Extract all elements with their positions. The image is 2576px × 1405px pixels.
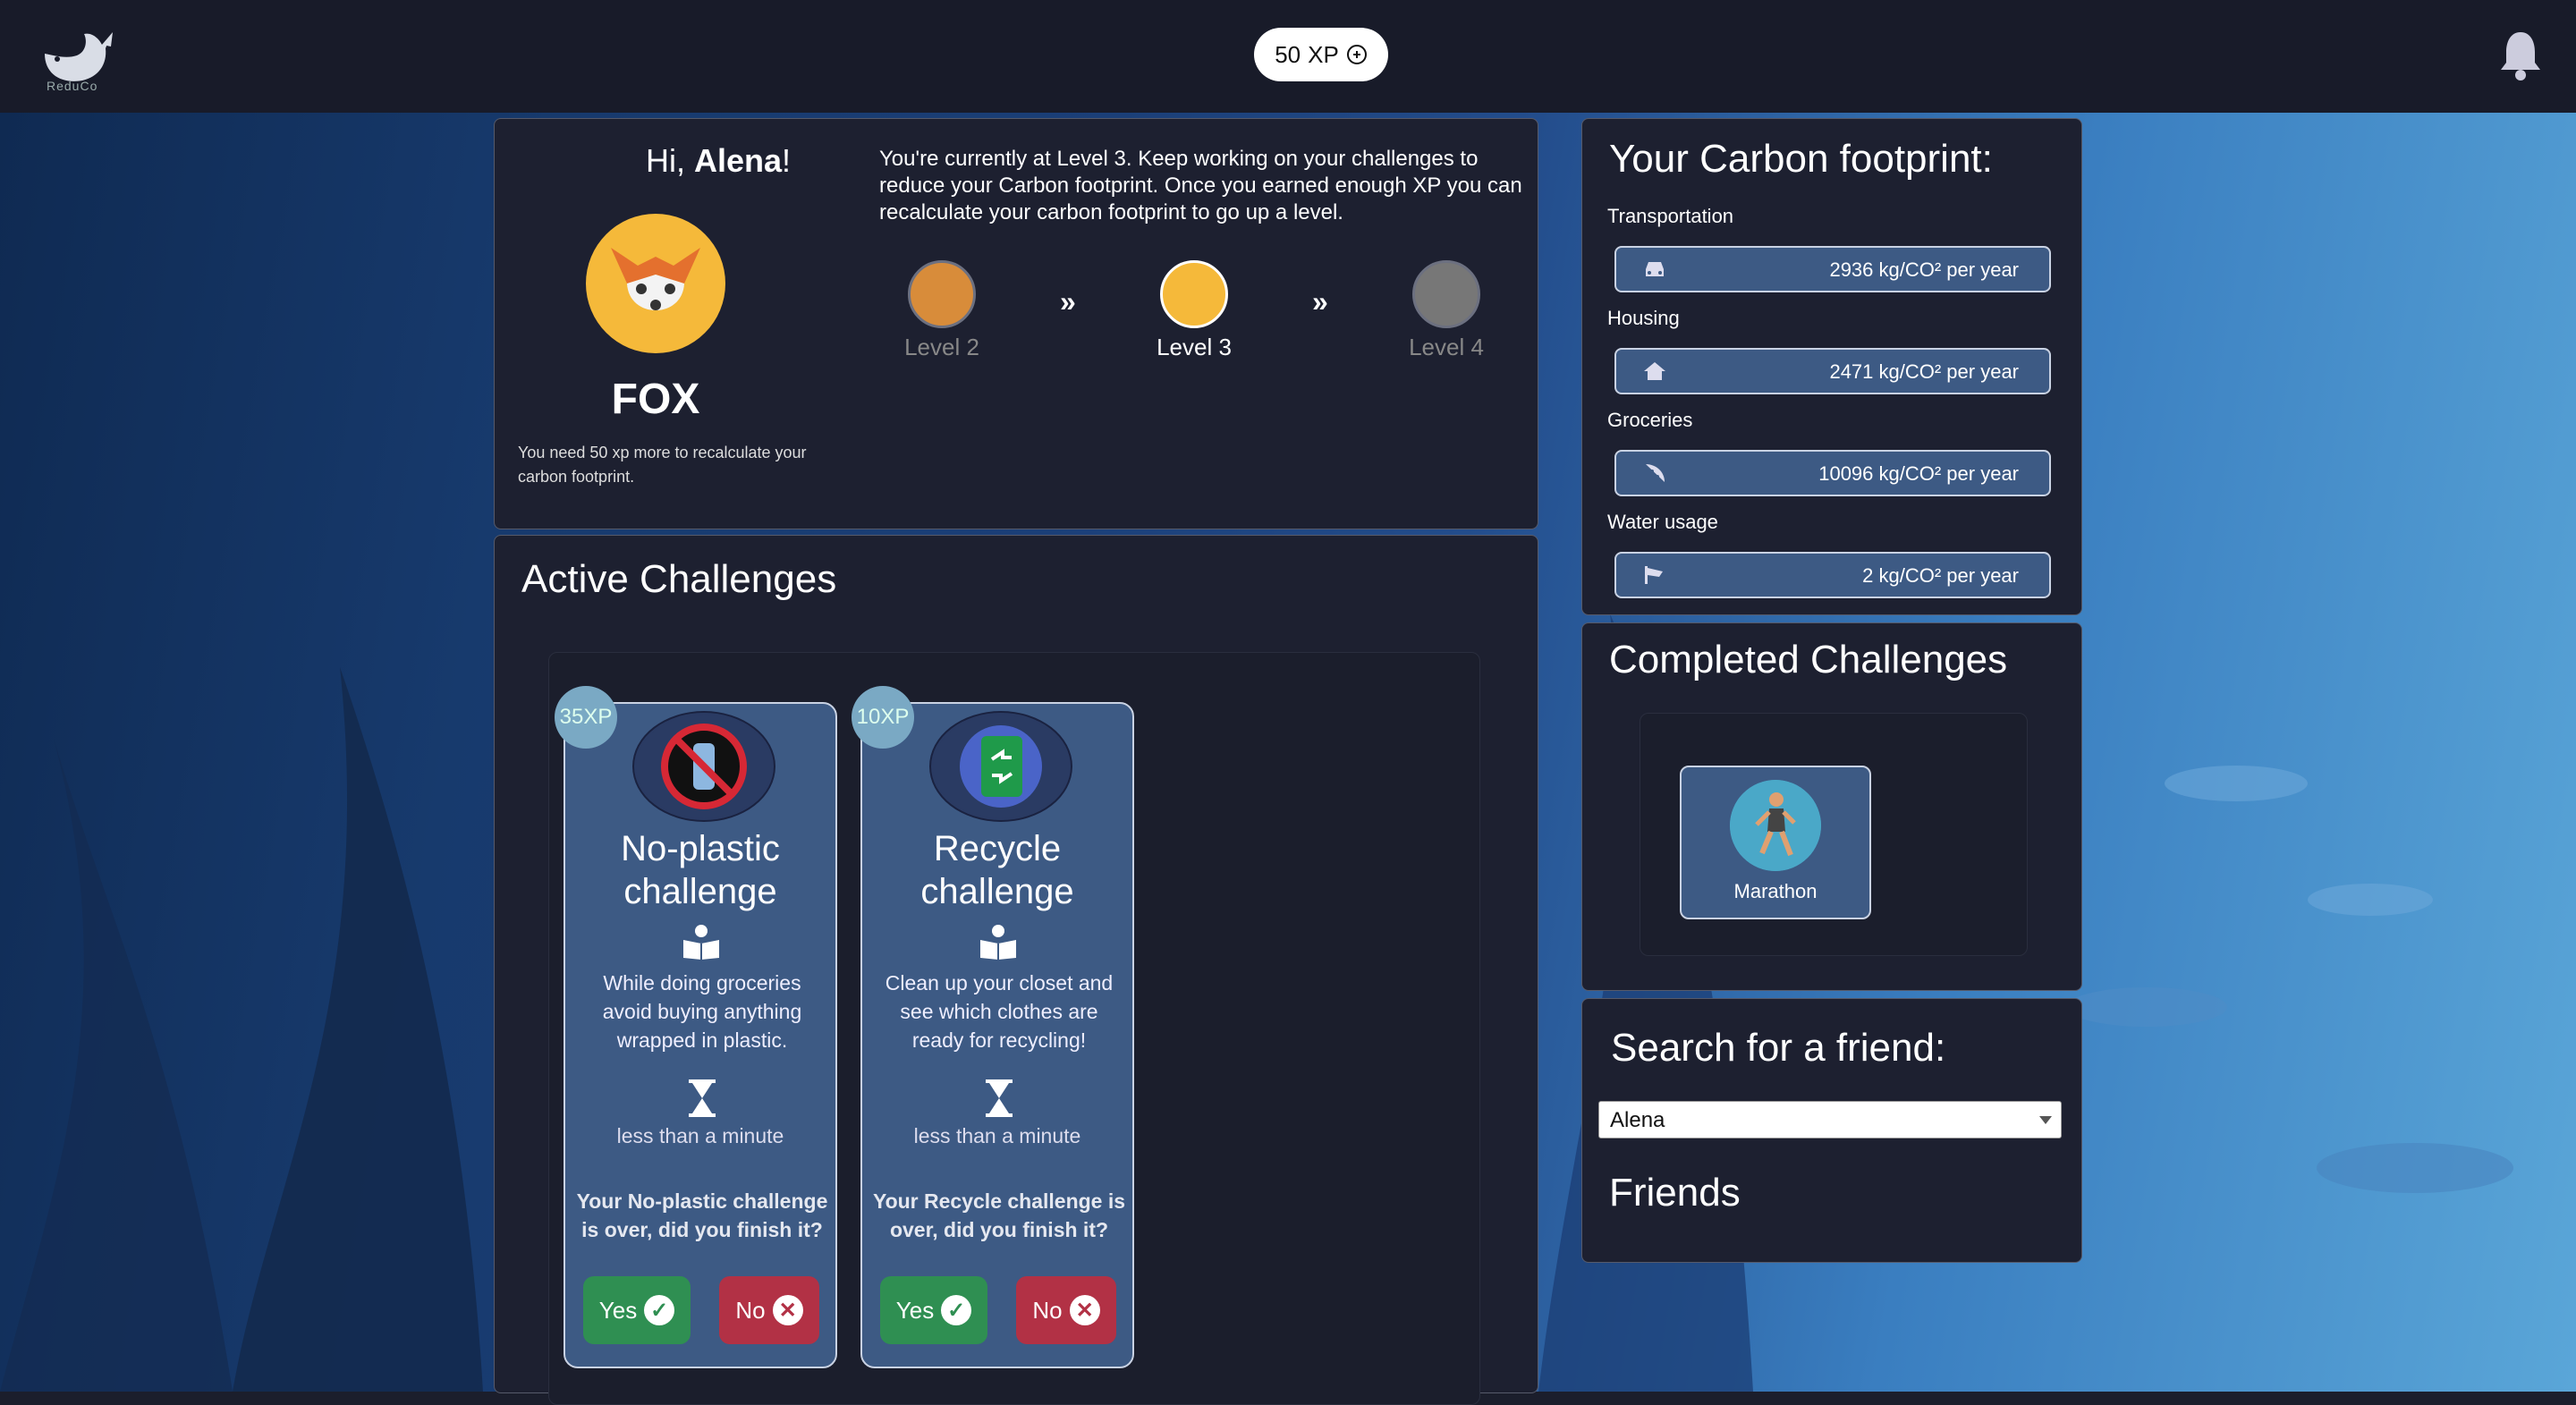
animal-name: FOX (611, 376, 700, 423)
footprint-label-housing: Housing (1607, 307, 1680, 329)
greeting: Hi, Alena! (584, 142, 852, 180)
level-4: Level 4 (1384, 260, 1509, 361)
chevron-down-icon (2039, 1116, 2052, 1124)
fox-avatar-icon (586, 214, 725, 353)
completed-title: Completed Challenges (1609, 638, 2008, 681)
top-bar: ReduCo 50 XP (0, 0, 2576, 113)
check-icon: ✓ (644, 1295, 675, 1325)
runner-icon (1730, 780, 1821, 871)
level-arrow-2: » (1312, 285, 1328, 317)
footprint-bar-water[interactable]: 2 kg/CO² per year (1614, 552, 2051, 598)
gorilla-icon (1412, 260, 1480, 328)
no-button[interactable]: No ✕ (1016, 1276, 1116, 1344)
user-name: Alena (693, 142, 783, 179)
fox-icon (1160, 260, 1228, 328)
house-icon (1644, 362, 1665, 380)
challenge-title: No-plastic challenge (621, 829, 780, 911)
search-title: Search for a friend: (1611, 1026, 1946, 1070)
xp-balance[interactable]: 50 XP (1254, 28, 1388, 81)
lion-icon (908, 260, 976, 328)
level-3-label: Level 3 (1157, 334, 1232, 360)
challenge-question: Your Recycle challenge is over, did you … (872, 1189, 1126, 1241)
pizza-icon (1646, 464, 1665, 482)
xp-needed-text: You need 50 xp more to recalculate your … (518, 444, 807, 486)
footprint-value: 10096 kg/CO² per year (1818, 462, 2019, 485)
faucet-icon (1645, 566, 1663, 584)
level-2-label: Level 2 (904, 334, 979, 360)
greeting-suffix: ! (782, 142, 792, 179)
challenge-question: Your No-plastic challenge is over, did y… (576, 1189, 828, 1241)
level-arrow-1: » (1060, 285, 1076, 317)
recycle-icon (929, 711, 1072, 822)
yes-label: Yes (598, 1296, 638, 1324)
friend-select[interactable]: Alena (1598, 1101, 2062, 1138)
no-label: No (1032, 1296, 1063, 1324)
challenge-duration: less than a minute (616, 1124, 784, 1147)
book-icon (980, 925, 1016, 960)
carbon-footprint-panel: Your Carbon footprint: Transportation 29… (1581, 118, 2082, 615)
active-challenges-title: Active Challenges (521, 557, 837, 601)
xp-value: 50 (1275, 40, 1301, 68)
xp-badge: 10XP (852, 686, 914, 749)
profile-panel: Hi, Alena! FOX You need 50 xp more to re… (494, 118, 1538, 529)
footprint-bar-transportation[interactable]: 2936 kg/CO² per year (1614, 246, 2051, 292)
greeting-prefix: Hi, (645, 142, 694, 179)
no-label: No (735, 1296, 766, 1324)
footprint-label-water: Water usage (1607, 511, 1718, 533)
completed-item-marathon[interactable]: Marathon (1680, 766, 1871, 919)
hourglass-icon (689, 1079, 716, 1117)
yes-button[interactable]: Yes ✓ (583, 1276, 691, 1344)
yes-button[interactable]: Yes ✓ (880, 1276, 987, 1344)
challenge-card-no-plastic[interactable]: 35XP No-plastic challenge While doing gr… (555, 686, 837, 1368)
footprint-value: 2936 kg/CO² per year (1829, 258, 2019, 281)
level-2: Level 2 (879, 260, 1004, 361)
footprint-bar-housing[interactable]: 2471 kg/CO² per year (1614, 348, 2051, 394)
yes-label: Yes (895, 1296, 935, 1324)
footprint-title: Your Carbon footprint: (1609, 137, 1993, 181)
xp-badge: 35XP (555, 686, 617, 749)
level-3: Level 3 (1131, 260, 1257, 361)
footprint-value: 2471 kg/CO² per year (1829, 360, 2019, 383)
footprint-label-transportation: Transportation (1607, 205, 1734, 227)
no-plastic-icon (632, 711, 775, 822)
car-icon (1646, 262, 1664, 276)
completed-item-name: Marathon (1733, 880, 1818, 902)
challenge-description: While doing groceries avoid buying anyth… (602, 971, 802, 1052)
challenge-duration: less than a minute (913, 1124, 1081, 1147)
level-4-label: Level 4 (1409, 334, 1484, 360)
hourglass-icon (986, 1079, 1013, 1117)
xp-unit: XP (1308, 40, 1339, 68)
logo-text: ReduCo (47, 79, 98, 93)
challenge-title: Recycle challenge (920, 829, 1074, 911)
challenge-description: Clean up your closet and see which cloth… (885, 971, 1114, 1052)
bell-icon[interactable] (2496, 27, 2546, 84)
coin-icon (1346, 45, 1367, 64)
check-icon: ✓ (941, 1295, 972, 1325)
footprint-bar-groceries[interactable]: 10096 kg/CO² per year (1614, 450, 2051, 496)
footprint-label-groceries: Groceries (1607, 409, 1693, 431)
level-message: You're currently at Level 3. Keep workin… (879, 147, 1522, 224)
close-icon: ✕ (772, 1295, 803, 1325)
footprint-value: 2 kg/CO² per year (1862, 564, 2019, 587)
no-button[interactable]: No ✕ (719, 1276, 819, 1344)
challenge-card-recycle[interactable]: 10XP Recycle challenge Clean up your clo… (852, 686, 1134, 1368)
close-icon: ✕ (1069, 1295, 1100, 1325)
friend-select-value: Alena (1610, 1108, 1665, 1132)
book-icon (683, 925, 719, 960)
friends-title: Friends (1609, 1171, 1741, 1215)
search-friend-panel: Search for a friend: Alena Friends (1581, 998, 2082, 1263)
